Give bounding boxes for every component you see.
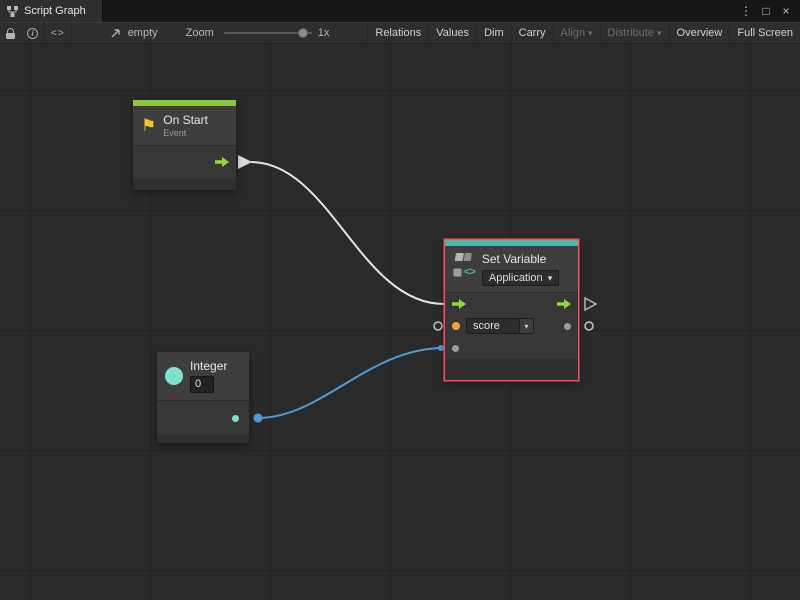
values-button[interactable]: Values [428,23,476,43]
code-icon: <> [464,266,475,278]
lock-icon[interactable] [0,23,21,43]
flag-icon: ⚑ [141,117,156,134]
flow-output-port[interactable] [215,157,229,167]
connection-flow[interactable] [251,162,444,304]
node-subtitle: Event [163,128,208,139]
value-connection-start-dot[interactable] [254,414,263,423]
flow-input-port[interactable] [452,299,466,309]
zoom-slider[interactable] [224,27,312,39]
toolbar-separator [71,23,72,43]
distribute-button: Distribute ▾ [600,23,669,43]
overview-button[interactable]: Overview [669,23,730,43]
dropdown-arrow-icon: ▾ [657,28,662,39]
node-set-variable[interactable]: <> Set Variable Application ▾ s [445,240,578,380]
connection-value[interactable] [258,348,444,418]
zoom-value: 1x [318,27,330,39]
variable-name-port[interactable] [452,322,460,330]
dropdown-arrow-icon: ▾ [588,28,593,39]
close-icon[interactable]: × [778,3,794,19]
value-output-external-circle[interactable] [585,322,593,330]
value-output-port[interactable] [564,323,571,330]
value-connection-end-dot[interactable] [438,345,444,351]
graph-pointer-icon[interactable] [104,23,128,43]
dropdown-arrow-icon: ▾ [519,319,533,333]
box-icon [453,268,462,277]
node-integer[interactable]: Integer 0 [157,352,249,443]
variables-icon [455,252,473,264]
variable-scope-dropdown[interactable]: Application ▾ [482,270,559,286]
maximize-icon[interactable]: □ [758,3,774,19]
graph-toolbar: i <> empty Zoom 1x Relations Values Dim … [0,22,800,44]
dim-button[interactable]: Dim [476,23,511,43]
connections-layer [0,44,800,600]
relations-button[interactable]: Relations [367,23,428,43]
window-controls: ⋮ □ × [738,0,800,22]
zoom-label: Zoom [186,27,214,39]
graph-breadcrumb[interactable]: empty [128,27,182,39]
node-footer [157,435,249,443]
node-footer [133,178,236,190]
node-title: On Start [163,113,208,128]
tab-script-graph[interactable]: Script Graph [0,0,103,22]
graph-canvas[interactable]: ⚑ On Start Event [0,44,800,600]
tab-title: Script Graph [24,5,86,17]
inspector-toggle-icon[interactable]: <> [45,23,71,43]
align-button: Align ▾ [553,23,600,43]
flow-connection-start-triangle[interactable] [238,155,252,169]
dropdown-arrow-icon: ▾ [548,273,553,284]
graph-icon [7,6,18,17]
value-input-port[interactable] [452,345,459,352]
fullscreen-button[interactable]: Full Screen [729,23,800,43]
zoom-slider-handle[interactable] [298,28,308,38]
flow-output-external-triangle[interactable] [585,298,596,310]
window-menu-icon[interactable]: ⋮ [738,3,754,19]
node-title: Set Variable [482,252,559,267]
value-input-external-circle[interactable] [434,322,442,330]
variable-name-dropdown[interactable]: score ▾ [466,318,534,334]
toolbar-buttons: Relations Values Dim Carry Align ▾ Distr… [367,23,800,43]
integer-icon [165,367,183,385]
integer-output-port[interactable] [232,415,239,422]
title-bar: Script Graph ⋮ □ × [0,0,800,22]
info-icon[interactable]: i [21,23,44,43]
integer-value-field[interactable]: 0 [190,376,214,393]
flow-output-port[interactable] [557,299,571,309]
node-footer [445,359,578,380]
carry-button[interactable]: Carry [511,23,553,43]
node-on-start[interactable]: ⚑ On Start Event [133,100,236,190]
node-title: Integer [190,359,227,374]
